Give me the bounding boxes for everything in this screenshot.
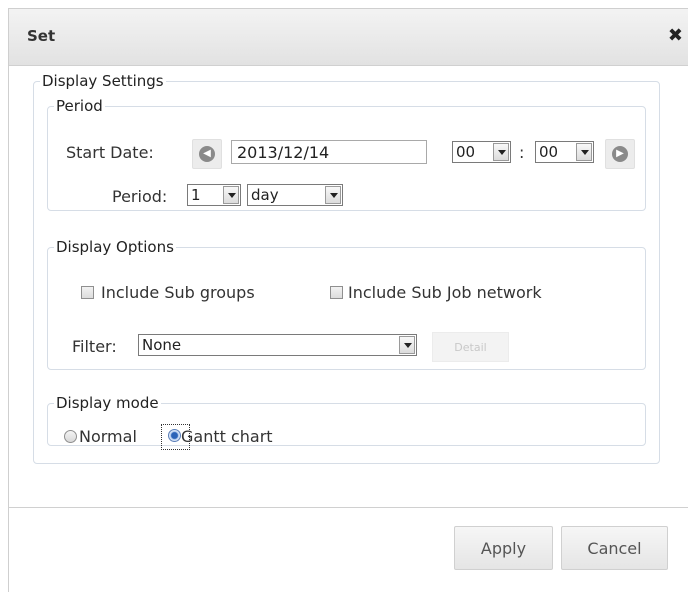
dialog-titlebar[interactable]: Set ✖ <box>9 9 688 66</box>
apply-button[interactable]: Apply <box>454 526 553 570</box>
period-count-select[interactable]: 1 <box>187 184 241 206</box>
filter-label: Filter: <box>72 337 117 356</box>
next-date-button[interactable]: ▶ <box>605 139 635 169</box>
close-icon[interactable]: ✖ <box>668 25 683 46</box>
chevron-down-icon <box>576 143 592 161</box>
gantt-chart-label[interactable]: Gantt chart <box>181 427 273 446</box>
hour-value: 00 <box>456 143 476 161</box>
minute-select[interactable]: 00 <box>535 141 594 163</box>
include-sub-groups-label[interactable]: Include Sub groups <box>101 283 255 302</box>
period-legend: Period <box>56 97 103 115</box>
include-sub-job-network-checkbox[interactable] <box>330 286 343 299</box>
footer-divider <box>8 507 688 508</box>
start-date-input[interactable]: 2013/12/14 <box>231 140 427 164</box>
dialog-title: Set <box>27 27 56 45</box>
cancel-button[interactable]: Cancel <box>561 526 668 570</box>
period-unit-value: day <box>251 186 279 204</box>
prev-date-button[interactable]: ◀ <box>192 139 222 169</box>
normal-label[interactable]: Normal <box>79 427 137 446</box>
period-label: Period: <box>112 187 168 206</box>
filter-value: None <box>142 336 182 354</box>
chevron-down-icon <box>223 186 239 204</box>
display-mode-legend: Display mode <box>56 394 159 412</box>
minute-value: 00 <box>539 143 559 161</box>
time-separator: : <box>519 143 525 162</box>
period-count-value: 1 <box>191 186 201 204</box>
chevron-down-icon <box>493 143 509 161</box>
period-unit-select[interactable]: day <box>247 184 343 206</box>
chevron-down-icon <box>325 186 341 204</box>
arrow-right-circle-icon: ▶ <box>612 146 628 162</box>
display-settings-legend: Display Settings <box>42 72 164 90</box>
hour-select[interactable]: 00 <box>452 141 511 163</box>
detail-button[interactable]: Detail <box>432 332 509 362</box>
display-options-legend: Display Options <box>56 238 174 256</box>
gantt-chart-radio[interactable] <box>168 429 181 442</box>
start-date-label: Start Date: <box>66 143 154 162</box>
chevron-down-icon <box>399 336 415 354</box>
normal-radio[interactable] <box>64 430 77 443</box>
arrow-left-circle-icon: ◀ <box>199 146 215 162</box>
include-sub-job-network-label[interactable]: Include Sub Job network <box>348 283 542 302</box>
filter-select[interactable]: None <box>138 334 417 356</box>
include-sub-groups-checkbox[interactable] <box>81 286 94 299</box>
